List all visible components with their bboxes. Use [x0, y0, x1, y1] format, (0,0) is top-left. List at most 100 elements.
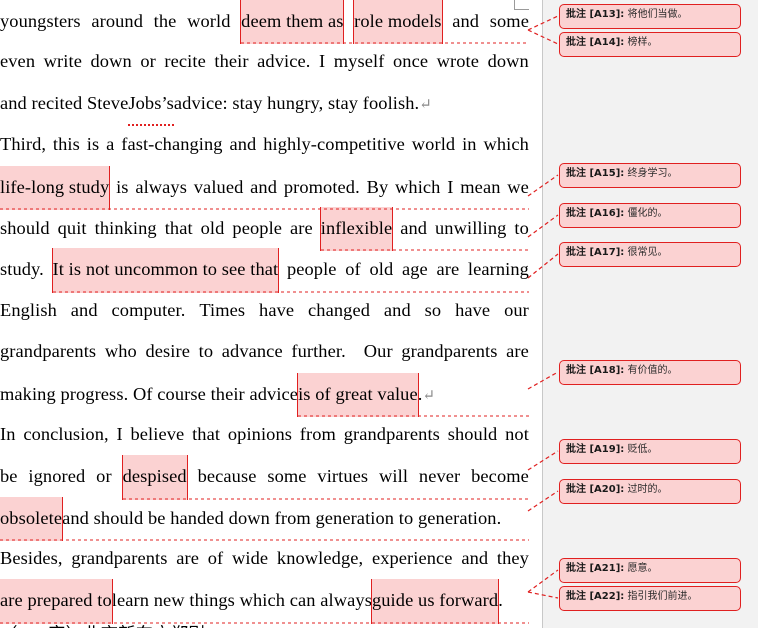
text-run: recite	[164, 51, 206, 72]
text-run: people	[286, 259, 337, 280]
document-body-text[interactable]: youngsters around the world deem them as role…	[0, 0, 529, 628]
comment-body: 僵化的。	[627, 208, 668, 219]
text-run: become	[471, 466, 529, 487]
comment-balloon-a15[interactable]: 批注 [A15]: 终身学习。	[559, 163, 741, 188]
comment-balloon-a13[interactable]: 批注 [A13]: 将他们当做。	[559, 4, 741, 29]
comment-balloon-a14[interactable]: 批注 [A14]: 榜样。	[559, 32, 741, 57]
text-run: I	[319, 51, 326, 72]
text-run: age	[401, 259, 428, 280]
text-run: to	[198, 341, 214, 362]
text-line: and recited Steve Jobs’s advice: stay hu…	[0, 83, 529, 127]
text-run: never	[418, 466, 461, 487]
comments-pane[interactable]: 批注 [A13]: 将他们当做。 批注 [A14]: 榜样。 批注 [A15]: 终…	[544, 0, 758, 628]
text-line: making progress. Of course their advice …	[0, 372, 529, 417]
text-run: Times	[199, 299, 246, 320]
text-run: is	[86, 134, 100, 155]
comment-body: 终身学习。	[627, 168, 678, 179]
text-run: Third,	[0, 134, 47, 155]
commented-text-run[interactable]: life-long study	[0, 165, 110, 210]
text-run: which	[395, 176, 441, 197]
commented-text-run[interactable]: is of great value	[298, 372, 418, 417]
commented-text-run[interactable]: role models	[354, 0, 442, 45]
text-run: some	[489, 11, 529, 31]
text-run: from	[299, 423, 336, 444]
text-run: people	[232, 217, 283, 238]
text-run: world	[411, 134, 456, 155]
comment-body: 有价值的。	[627, 365, 678, 376]
comment-balloon-a17[interactable]: 批注 [A17]: 很常见。	[559, 242, 741, 267]
text-run: advance	[221, 341, 283, 362]
text-line: study. It is not uncommon to see that peop…	[0, 248, 529, 293]
text-run: promoted.	[283, 176, 360, 197]
text-run: believe	[130, 423, 185, 444]
comment-balloon-a16[interactable]: 批注 [A16]: 僵化的。	[559, 203, 741, 228]
text-run: be	[0, 466, 18, 487]
comment-balloon-a22[interactable]: 批注 [A22]: 指引我们前进。	[559, 586, 741, 611]
text-run: not	[505, 423, 529, 444]
text-run: I	[116, 423, 123, 444]
text-run: our	[504, 299, 529, 320]
text-run: are	[506, 341, 529, 362]
text-run: quit	[57, 217, 87, 238]
text-line: are prepared to learn new things which c…	[0, 579, 529, 624]
comment-balloon-a21[interactable]: 批注 [A21]: 愿意。	[559, 558, 741, 583]
text-run: which	[483, 134, 529, 155]
text-run: grandparents	[71, 548, 168, 569]
text-run: youngsters	[0, 11, 81, 31]
text-run: down	[487, 51, 529, 72]
word-document-with-comments: youngsters around the world deem them as role…	[0, 0, 758, 628]
text-line: obsolete and should be handed down from …	[0, 496, 529, 542]
commented-text-run[interactable]: guide us forward	[371, 579, 499, 624]
text-run: Jobs’s	[128, 83, 174, 127]
text-line: be ignored or despised because some virtues wil…	[0, 455, 529, 500]
comment-body: 过时的。	[627, 484, 668, 495]
text-run: learning	[467, 259, 529, 280]
document-page[interactable]: youngsters around the world deem them as role…	[0, 0, 543, 628]
text-run: and	[70, 299, 98, 320]
text-run: the	[153, 11, 177, 31]
comment-body: 愿意。	[627, 563, 658, 574]
comment-label: 批注 [A18]:	[566, 365, 625, 376]
text-run: even	[0, 51, 36, 72]
text-run: and	[383, 299, 411, 320]
text-run: world	[187, 11, 231, 31]
text-run: in	[462, 134, 477, 155]
text-run: around	[91, 11, 144, 31]
text-run: opinions	[227, 423, 293, 444]
comment-balloon-a18[interactable]: 批注 [A18]: 有价值的。	[559, 360, 741, 385]
text-run: should	[447, 423, 498, 444]
text-run: advice.	[257, 51, 311, 72]
text-line: even write down or recite their advice. Imyself…	[0, 41, 529, 82]
comment-balloon-a20[interactable]: 批注 [A20]: 过时的。	[559, 479, 741, 504]
text-run: of	[345, 259, 361, 280]
paragraph-mark: ↵	[419, 96, 432, 113]
text-run: conclusion,	[23, 423, 109, 444]
comment-balloon-a19[interactable]: 批注 [A19]: 贬低。	[559, 439, 741, 464]
text-run: and recited Steve	[0, 92, 129, 113]
commented-text-run[interactable]: inflexible	[320, 206, 393, 252]
comment-label: 批注 [A20]:	[566, 484, 625, 495]
comment-label: 批注 [A14]:	[566, 37, 625, 48]
text-run: I	[447, 176, 454, 197]
text-run: because	[197, 466, 257, 487]
text-run: some	[267, 466, 307, 487]
commented-text-run[interactable]: despised	[122, 455, 187, 500]
text-run: thinking	[94, 217, 157, 238]
commented-text-run[interactable]: It is not uncommon to see that	[52, 248, 279, 293]
text-run: and	[250, 176, 278, 197]
comment-label: 批注 [A19]:	[566, 444, 625, 455]
text-run: they	[496, 548, 529, 569]
text-run: have	[259, 299, 295, 320]
text-run: their	[214, 51, 249, 72]
commented-text-run[interactable]: obsolete	[0, 496, 63, 542]
text-run: further.	[291, 341, 346, 362]
text-run: changed	[308, 299, 371, 320]
text-run: who	[104, 341, 137, 362]
commented-text-run[interactable]: are prepared to	[0, 579, 112, 624]
comment-body: 很常见。	[627, 247, 668, 258]
commented-text-run[interactable]: deem them as	[241, 0, 344, 45]
text-run: once	[392, 51, 429, 72]
text-run: that	[192, 423, 221, 444]
text-run: grandparents	[343, 423, 440, 444]
text-run: of	[207, 548, 224, 569]
